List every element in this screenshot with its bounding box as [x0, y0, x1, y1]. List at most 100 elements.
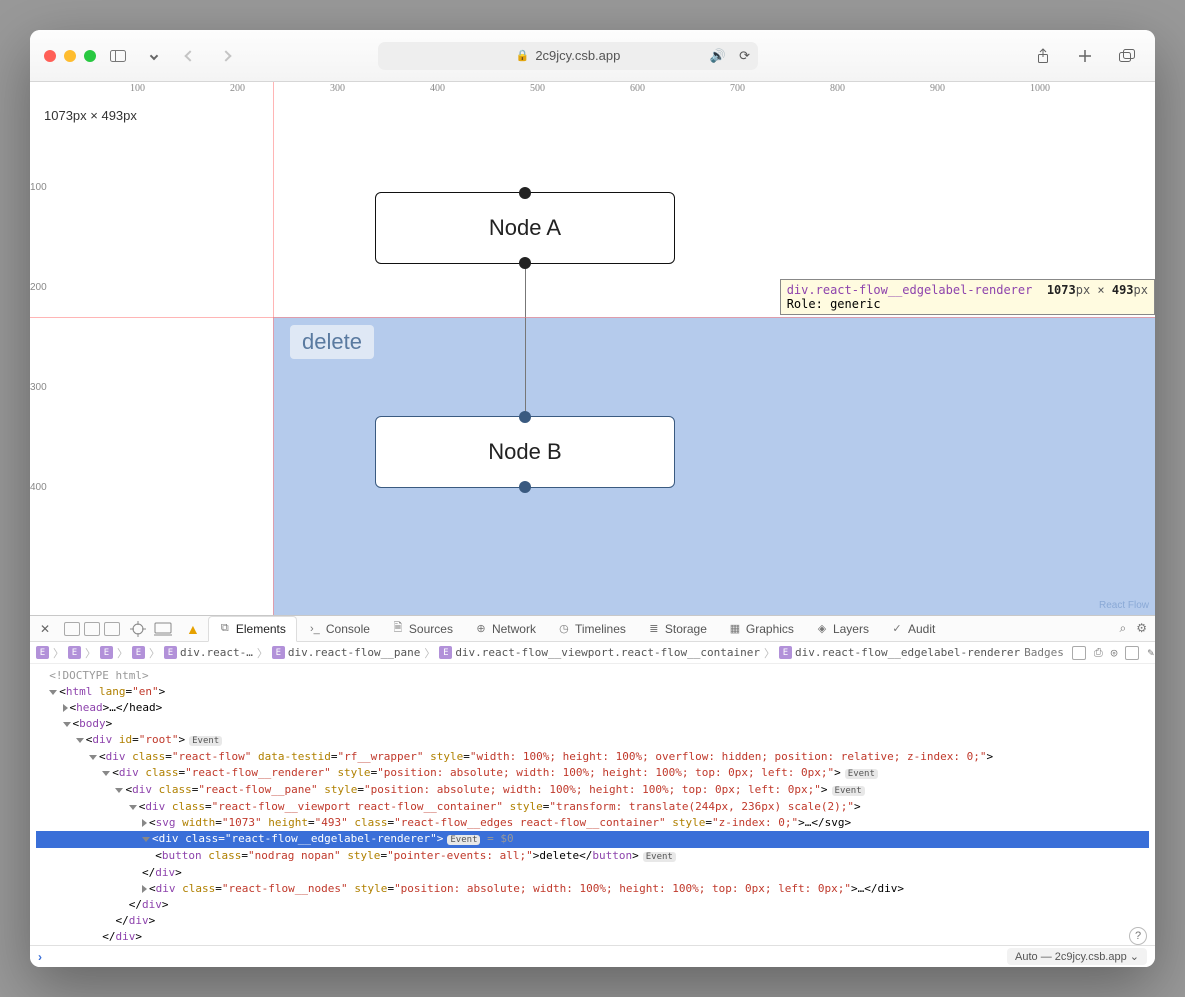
lock-icon: 🔒	[516, 49, 530, 62]
badge-icon[interactable]: ◎	[1111, 646, 1118, 659]
dom-line[interactable]: <div class="react-flow__edgelabel-render…	[36, 831, 1149, 848]
tab-sources[interactable]: 🗎Sources	[382, 616, 463, 642]
dom-line[interactable]: <html lang="en">	[36, 684, 1149, 700]
react-flow-attribution[interactable]: React Flow	[1099, 600, 1149, 611]
reload-icon[interactable]: ⟳	[739, 48, 750, 64]
dom-line[interactable]: <div class="react-flow__nodes" style="po…	[36, 881, 1149, 897]
tab-console[interactable]: ›_Console	[299, 616, 380, 642]
tooltip-role-label: Role:	[787, 297, 823, 311]
search-icon[interactable]: ⌕	[1120, 621, 1127, 636]
dom-line[interactable]: <head>…</head>	[36, 700, 1149, 716]
ruler-vertical: 100200300400	[30, 100, 48, 615]
tab-storage[interactable]: ≣Storage	[638, 616, 717, 642]
devtools-tabbar: ✕ ▲ ⧉Elements ›_Console 🗎Sources ⊕Networ…	[30, 616, 1155, 642]
crumb[interactable]: Ediv.react-…	[164, 646, 253, 659]
elements-icon: ⧉	[219, 623, 231, 635]
dom-line[interactable]: <button class="nodrag nopan" style="poin…	[36, 848, 1149, 865]
crumb[interactable]: Ediv.react-flow__edgelabel-renderer	[779, 646, 1020, 659]
sound-icon[interactable]: 🔊	[710, 48, 726, 64]
dock-icon[interactable]	[104, 622, 120, 636]
badges-label[interactable]: Badges	[1024, 646, 1064, 659]
node-b-handle-bottom[interactable]	[519, 481, 531, 493]
chevron-down-icon	[150, 51, 158, 59]
devtools-console-bar[interactable]: › Auto — 2c9jcy.csb.app ⌄	[30, 945, 1155, 967]
address-bar[interactable]: 🔒 2c9jcy.csb.app 🔊 ⟳	[378, 42, 758, 70]
titlebar: 🔒 2c9jcy.csb.app 🔊 ⟳	[30, 30, 1155, 82]
dock-icon[interactable]	[64, 622, 80, 636]
dom-line[interactable]: <div class="react-flow__viewport react-f…	[36, 799, 1149, 815]
dom-line[interactable]: <!DOCTYPE html>	[36, 668, 1149, 684]
dom-line[interactable]: <div class="react-flow__pane" style="pos…	[36, 782, 1149, 799]
dom-line[interactable]: </div>	[36, 897, 1149, 913]
new-tab-button[interactable]	[1071, 45, 1099, 67]
tab-elements[interactable]: ⧉Elements	[208, 616, 297, 642]
dom-line[interactable]: <div class="react-flow__renderer" style=…	[36, 765, 1149, 782]
devtools: ✕ ▲ ⧉Elements ›_Console 🗎Sources ⊕Networ…	[30, 615, 1155, 967]
node-a-handle-bottom[interactable]	[519, 257, 531, 269]
plus-icon	[1078, 49, 1092, 63]
tab-graphics[interactable]: ▦Graphics	[719, 616, 804, 642]
traffic-lights	[44, 50, 96, 62]
minimize-window-dot[interactable]	[64, 50, 76, 62]
device-icon[interactable]	[154, 622, 172, 636]
sources-icon: 🗎	[392, 623, 404, 635]
share-button[interactable]	[1029, 45, 1057, 67]
dom-line[interactable]: </div>	[36, 865, 1149, 881]
warning-icon[interactable]: ▲	[186, 621, 200, 637]
edge-a-b[interactable]	[525, 264, 526, 416]
console-context[interactable]: Auto — 2c9jcy.csb.app ⌄	[1007, 948, 1147, 965]
node-notb[interactable]: Node B	[375, 416, 675, 488]
inspector-tooltip: div.react-flow__edgelabel-renderer 1073p…	[780, 279, 1155, 315]
node-a[interactable]: Node A	[375, 192, 675, 264]
close-window-dot[interactable]	[44, 50, 56, 62]
guide-vertical	[273, 82, 274, 615]
node-b-handle-top[interactable]	[519, 411, 531, 423]
print-icon[interactable]: ⎙	[1094, 646, 1103, 660]
tabs-icon	[1119, 49, 1135, 63]
tab-timelines[interactable]: ◷Timelines	[548, 616, 636, 642]
dom-line[interactable]: <svg width="1073" height="493" class="re…	[36, 815, 1149, 831]
tabs-overview-button[interactable]	[1113, 45, 1141, 67]
help-button[interactable]: ?	[1129, 927, 1147, 945]
dimensions-label: 1073px × 493px	[44, 108, 137, 123]
tooltip-selector-class: .react-flow__edgelabel-renderer	[808, 283, 1032, 297]
edit-icon[interactable]: ✎	[1147, 646, 1154, 659]
dom-tree[interactable]: <!DOCTYPE html> <html lang="en"> <head>……	[30, 664, 1155, 945]
badge-icon[interactable]	[1072, 646, 1086, 660]
audit-icon: ✓	[891, 623, 903, 635]
timelines-icon: ◷	[558, 623, 570, 635]
tab-network[interactable]: ⊕Network	[465, 616, 546, 642]
dock-icon[interactable]	[84, 622, 100, 636]
dom-line[interactable]: <div class="react-flow" data-testid="rf_…	[36, 749, 1149, 765]
tab-layers[interactable]: ◈Layers	[806, 616, 879, 642]
react-flow-canvas[interactable]: 1002003004005006007008009001000 10020030…	[30, 82, 1155, 615]
tooltip-role-value: generic	[830, 297, 881, 311]
chevron-left-icon	[184, 50, 195, 61]
crumb[interactable]: Ediv.react-flow__pane	[272, 646, 420, 659]
guide-horizontal	[30, 317, 1155, 318]
network-icon: ⊕	[475, 623, 487, 635]
dom-line[interactable]: <div id="root">Event	[36, 732, 1149, 749]
dom-line[interactable]: </div>	[36, 929, 1149, 945]
sidebar-toggle-button[interactable]	[104, 45, 132, 67]
target-icon[interactable]	[130, 621, 146, 637]
url-host: 2c9jcy.csb.app	[535, 48, 620, 63]
chevron-right-icon	[220, 50, 231, 61]
settings-icon[interactable]: ⚙	[1136, 621, 1147, 636]
dom-line[interactable]: <body>	[36, 716, 1149, 732]
crumb[interactable]: Ediv.react-flow__viewport.react-flow__co…	[439, 646, 760, 659]
forward-button[interactable]	[212, 45, 240, 67]
content: 1002003004005006007008009001000 10020030…	[30, 82, 1155, 967]
node-a-handle-top[interactable]	[519, 187, 531, 199]
share-icon	[1036, 48, 1050, 64]
devtools-dock-icons[interactable]	[64, 622, 120, 636]
dom-line[interactable]: </div>	[36, 913, 1149, 929]
delete-edge-button[interactable]: delete	[290, 325, 374, 359]
back-button[interactable]	[176, 45, 204, 67]
devtools-close-button[interactable]: ✕	[36, 620, 54, 638]
badge-icon[interactable]	[1125, 646, 1139, 660]
tab-audit[interactable]: ✓Audit	[881, 616, 945, 642]
zoom-window-dot[interactable]	[84, 50, 96, 62]
devtools-breadcrumbs[interactable]: E〉 E〉 E〉 E〉 Ediv.react-…〉 Ediv.react-flo…	[30, 642, 1155, 664]
tab-dropdown-button[interactable]	[140, 45, 168, 67]
